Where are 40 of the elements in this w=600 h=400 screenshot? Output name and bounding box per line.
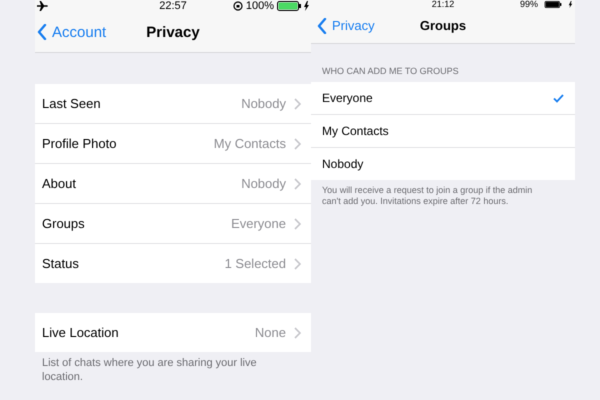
section-footer: List of chats where you are sharing your live location. [35,352,311,384]
row-label: Live Location [42,325,120,340]
row-label: Status [42,256,80,271]
chevron-right-icon [294,258,301,270]
row-label: Profile Photo [42,136,118,151]
chevron-right-icon [294,326,301,338]
row-value: My Contacts [214,136,286,151]
option-row[interactable]: Everyone [311,82,575,115]
row-label: Groups [42,216,86,231]
section-header: WHO CAN ADD ME TO GROUPS [321,66,460,78]
row-value: None [254,325,286,340]
row-label: Last Seen [42,96,102,111]
settings-row[interactable]: Live Location None [35,313,311,352]
chevron-right-icon [294,138,301,150]
chevron-right-icon [294,98,301,110]
chevron-left-icon [317,18,327,34]
chevron-left-icon [37,24,47,40]
chevron-right-icon [294,218,301,230]
status-time: 22:57 [159,0,187,12]
battery-percent: 99% [520,0,538,8]
screen-title: Groups [420,18,466,33]
battery-percent: 100% [246,0,274,12]
row-value: Nobody [241,176,286,191]
back-button[interactable]: Account [35,24,106,40]
screen-title: Privacy [146,24,200,40]
option-row[interactable]: My Contacts [311,115,575,148]
back-button[interactable]: Privacy [311,18,375,34]
settings-row[interactable]: Status 1 Selected [35,244,311,283]
chevron-right-icon [294,178,301,190]
row-label: About [42,176,77,191]
status-time: 21:12 [432,0,454,8]
row-value: 1 Selected [224,256,286,271]
row-value: Everyone [231,216,286,231]
row-value: Nobody [241,96,286,111]
option-label: My Contacts [322,124,390,138]
option-row[interactable]: Nobody [311,148,575,180]
option-label: Everyone [322,91,374,105]
option-label: Nobody [322,157,364,171]
battery-icon [277,1,301,11]
section-footer: You will receive a request to join a group if the admin can't add you. Invitations expire after 72 hours. [311,180,575,208]
